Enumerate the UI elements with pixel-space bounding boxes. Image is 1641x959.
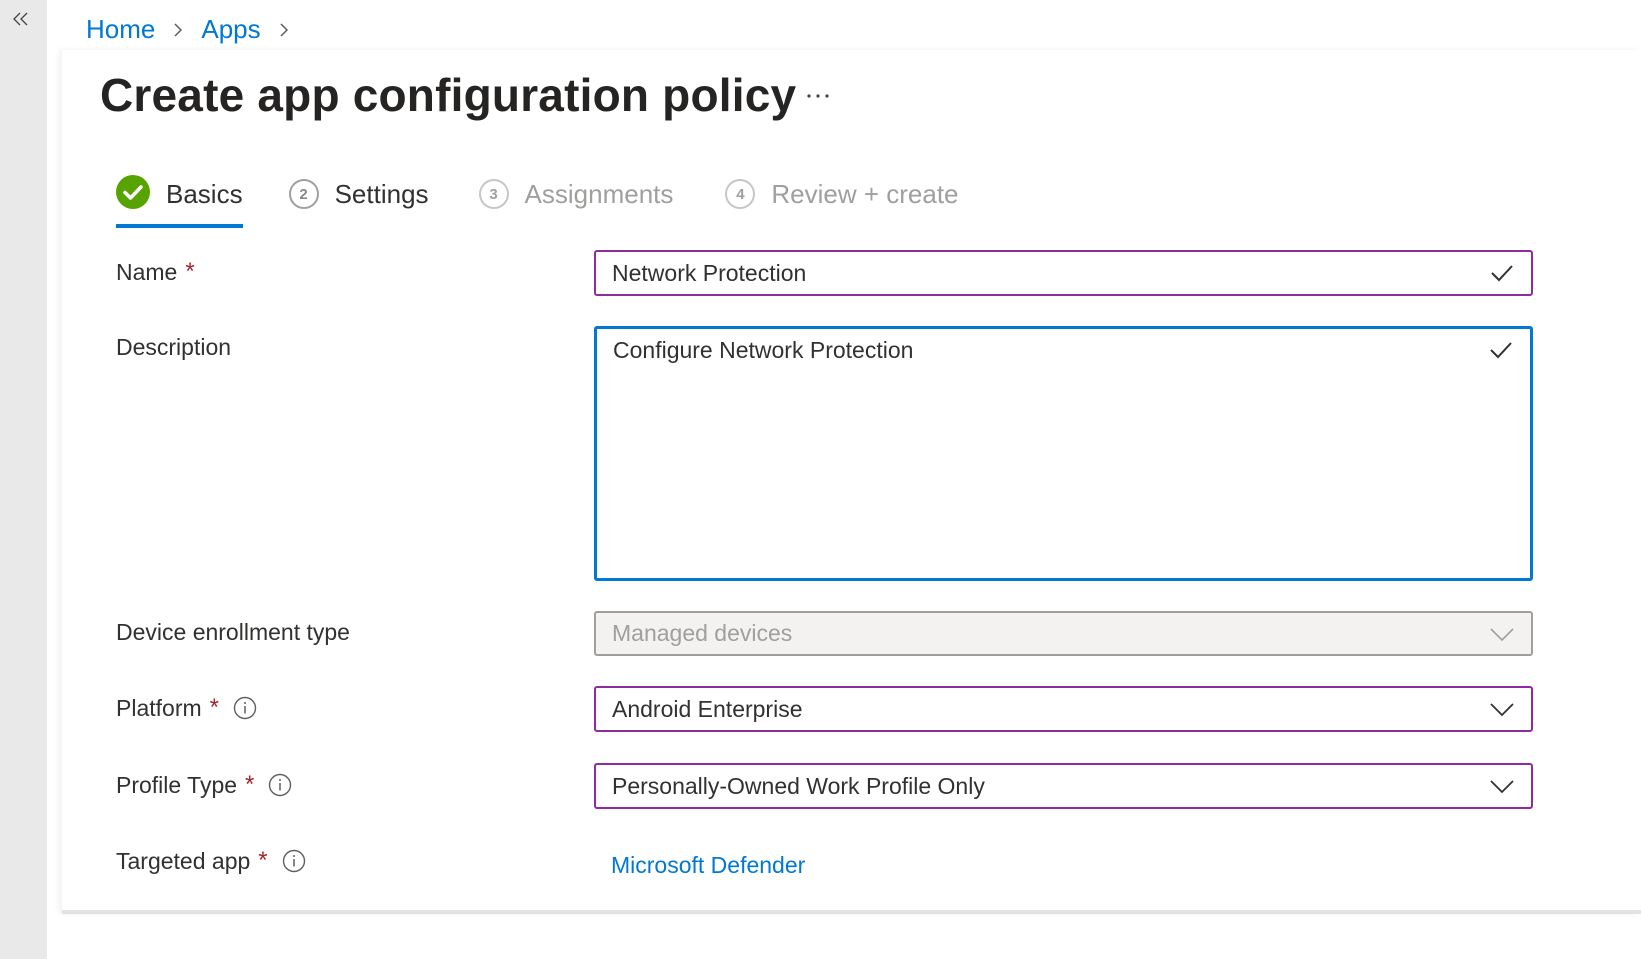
chevron-down-icon [1489, 621, 1515, 647]
enrollment-value: Managed devices [612, 620, 793, 646]
step-assignments[interactable]: 3 Assignments [478, 174, 674, 214]
step-number: 2 [288, 179, 319, 209]
description-label-row: Description [116, 334, 231, 361]
checkmark-icon [1489, 260, 1515, 286]
required-indicator: * [209, 694, 219, 721]
step-label: Review + create [771, 178, 959, 209]
enrollment-label-row: Device enrollment type [116, 619, 350, 646]
chevron-down-icon [1489, 696, 1515, 722]
profile-type-value: Personally-Owned Work Profile Only [612, 772, 985, 799]
wizard-steps: Basics 2 Settings 3 Assignments 4 Review… [116, 174, 959, 228]
checkmark-icon [1488, 337, 1514, 363]
page-title: Create app configuration policy [100, 69, 797, 121]
breadcrumb-apps[interactable]: Apps [201, 14, 260, 45]
name-label: Name [116, 258, 178, 285]
left-rail [0, 0, 47, 959]
step-basics[interactable]: Basics [116, 174, 243, 228]
description-value: Configure Network Protection [613, 337, 914, 363]
targeted-app-label: Targeted app [116, 847, 251, 874]
platform-value: Android Enterprise [612, 695, 803, 722]
info-icon[interactable] [268, 773, 292, 797]
info-icon[interactable] [233, 696, 257, 720]
chevron-down-icon [1489, 773, 1515, 799]
platform-dropdown[interactable]: Android Enterprise [594, 686, 1533, 732]
targeted-app-link[interactable]: Microsoft Defender [611, 852, 805, 879]
step-settings[interactable]: 2 Settings [288, 174, 429, 214]
step-number: 3 [478, 179, 509, 209]
name-input[interactable]: Network Protection [594, 250, 1533, 296]
collapse-menu-button[interactable] [10, 10, 32, 32]
description-textarea[interactable]: Configure Network Protection [594, 326, 1533, 581]
double-chevron-left-icon [13, 12, 29, 31]
breadcrumb-home[interactable]: Home [86, 14, 155, 45]
required-indicator: * [245, 771, 255, 798]
chevron-right-icon [169, 21, 187, 39]
check-circle-icon [116, 174, 150, 214]
active-step-indicator [116, 224, 243, 228]
ellipsis-icon [806, 86, 830, 104]
more-options-button[interactable] [800, 80, 836, 110]
name-label-row: Name * [116, 258, 195, 286]
enrollment-label: Device enrollment type [116, 619, 350, 645]
chevron-right-icon [275, 21, 293, 39]
platform-label-row: Platform * [116, 694, 257, 722]
step-number: 4 [725, 179, 756, 209]
targeted-app-label-row: Targeted app * [116, 847, 306, 875]
enrollment-dropdown: Managed devices [594, 611, 1533, 656]
breadcrumb: Home Apps [86, 14, 293, 45]
profile-type-label: Profile Type [116, 771, 238, 798]
name-value: Network Protection [612, 259, 807, 286]
info-icon[interactable] [282, 849, 306, 873]
description-label: Description [116, 334, 232, 360]
step-label: Basics [166, 178, 243, 209]
profile-type-dropdown[interactable]: Personally-Owned Work Profile Only [594, 763, 1533, 809]
step-review-create[interactable]: 4 Review + create [725, 174, 959, 214]
step-label: Settings [334, 178, 429, 209]
step-label: Assignments [524, 178, 674, 209]
required-indicator: * [185, 258, 195, 285]
platform-label: Platform [116, 694, 202, 721]
required-indicator: * [258, 847, 268, 874]
profile-type-label-row: Profile Type * [116, 771, 292, 799]
